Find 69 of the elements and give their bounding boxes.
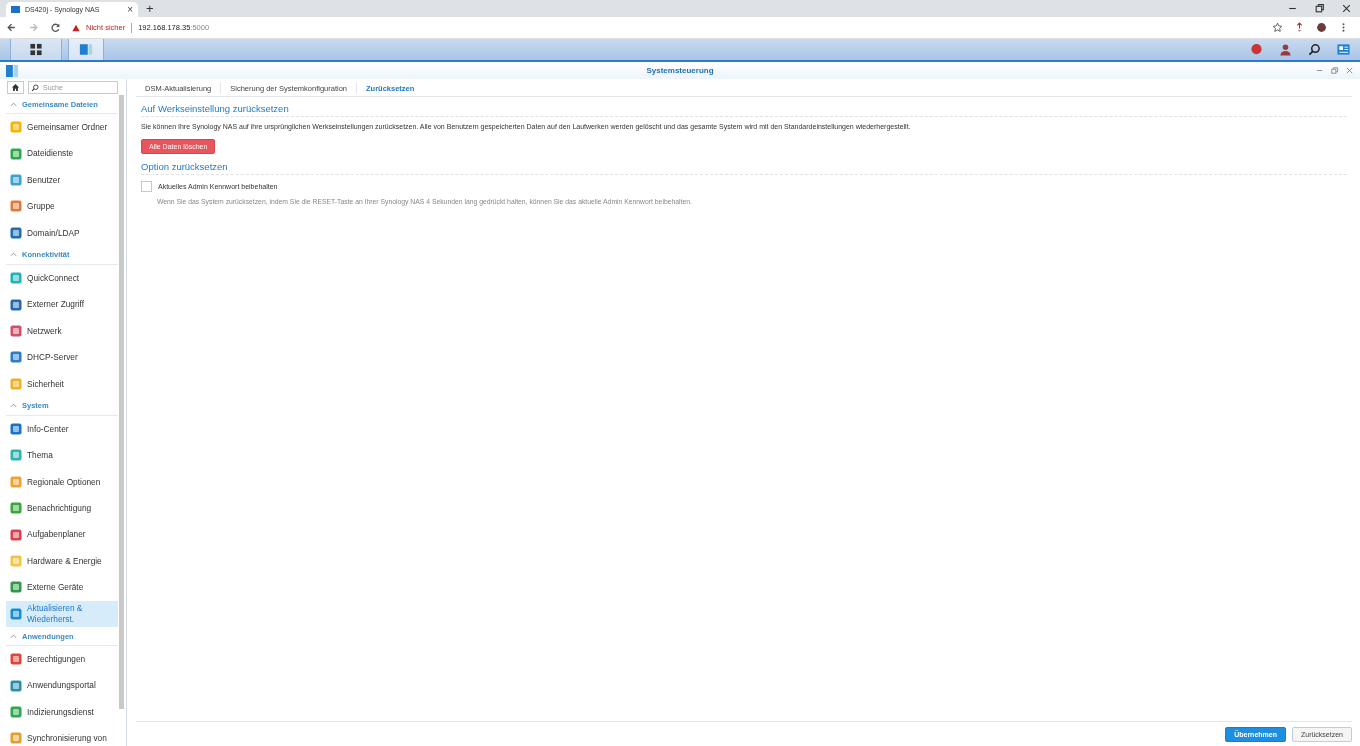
- tile-icon: [10, 226, 22, 239]
- close-tab-button[interactable]: ×: [127, 4, 133, 15]
- sidebar-item[interactable]: Aufgabenplaner: [6, 521, 118, 548]
- sidebar-item[interactable]: Thema: [6, 442, 118, 469]
- search-icon[interactable]: [1308, 43, 1321, 56]
- new-tab-button[interactable]: +: [146, 2, 154, 15]
- scrollbar[interactable]: [119, 95, 124, 709]
- section-title: Auf Werkseinstellung zurücksetzen: [141, 103, 1347, 117]
- tile-icon: [10, 200, 22, 213]
- sidebar-item[interactable]: Benutzer: [6, 166, 118, 194]
- profile-icon[interactable]: [1316, 22, 1327, 33]
- tile-icon: [10, 351, 22, 364]
- tile-icon: [10, 272, 22, 285]
- section-title: Option zurücksetzen: [141, 161, 1347, 175]
- sidebar-item[interactable]: Netzwerk: [6, 317, 118, 345]
- control-panel-taskbar-button[interactable]: [68, 39, 104, 60]
- tile-icon: [10, 607, 22, 620]
- sidebar-item[interactable]: QuickConnect: [6, 264, 118, 292]
- control-panel-icon: [6, 64, 18, 77]
- home-icon: [11, 83, 20, 92]
- star-icon[interactable]: [1272, 22, 1283, 33]
- main-menu-button[interactable]: [10, 39, 62, 60]
- sidebar-item[interactable]: Aktualisieren & Wiederherst.: [6, 600, 118, 628]
- sidebar-item[interactable]: Benachrichtigung: [6, 495, 118, 522]
- window-title: Systemsteuerung: [646, 66, 714, 75]
- tile-icon: [10, 475, 22, 488]
- sidebar-item[interactable]: Gemeinsamer Ordner: [6, 114, 118, 141]
- tile-icon: [10, 528, 22, 541]
- sidebar-item[interactable]: Hardware & Energie: [6, 547, 118, 575]
- sidebar-item[interactable]: Domain/LDAP: [6, 219, 118, 246]
- tile-icon: [10, 324, 22, 337]
- widgets-icon[interactable]: [1337, 43, 1350, 56]
- control-panel-icon: [79, 43, 93, 56]
- tile-icon: [10, 121, 22, 134]
- sidebar-item[interactable]: Sicherheit: [6, 370, 118, 397]
- tile-icon: [10, 555, 22, 568]
- sidebar-item[interactable]: Info-Center: [6, 415, 118, 443]
- tile-icon: [10, 173, 22, 186]
- tile-icon: [10, 653, 22, 666]
- sidebar-item[interactable]: Anwendungsportal: [6, 672, 118, 699]
- tile-icon: [10, 706, 22, 718]
- user-icon[interactable]: [1279, 43, 1292, 56]
- sidebar-item[interactable]: Indizierungsdienst: [6, 698, 118, 726]
- sidebar-item[interactable]: Gruppe: [6, 193, 118, 220]
- tile-icon: [10, 147, 22, 160]
- checkbox[interactable]: [141, 181, 152, 192]
- tile-icon: [10, 449, 22, 462]
- close-icon[interactable]: [1341, 3, 1352, 14]
- grid-icon: [29, 43, 43, 56]
- search-icon: [31, 83, 39, 92]
- tile-icon: [10, 679, 22, 692]
- sidebar-item[interactable]: Dateidienste: [6, 140, 118, 167]
- site-icon: [11, 6, 20, 13]
- sidebar-item[interactable]: Externe Geräte: [6, 574, 118, 601]
- tile-icon: [10, 581, 22, 594]
- sidebar-item[interactable]: Externer Zugriff: [6, 291, 118, 318]
- sidebar-item[interactable]: Regionale Optionen: [6, 468, 118, 496]
- sidebar-item[interactable]: Berechtigungen: [6, 646, 118, 673]
- restore-icon[interactable]: [1314, 3, 1325, 14]
- back-icon[interactable]: [6, 22, 17, 33]
- reload-icon[interactable]: [50, 22, 61, 33]
- tile-icon: [10, 298, 22, 311]
- sidebar-item[interactable]: Synchronisierung von: [6, 725, 118, 746]
- tile-icon: [10, 377, 22, 390]
- sidebar-item[interactable]: DHCP-Server: [6, 344, 118, 371]
- warning-icon: [72, 23, 80, 32]
- tile-icon: [10, 502, 22, 515]
- tile-icon: [10, 423, 22, 436]
- home-button[interactable]: [7, 81, 24, 94]
